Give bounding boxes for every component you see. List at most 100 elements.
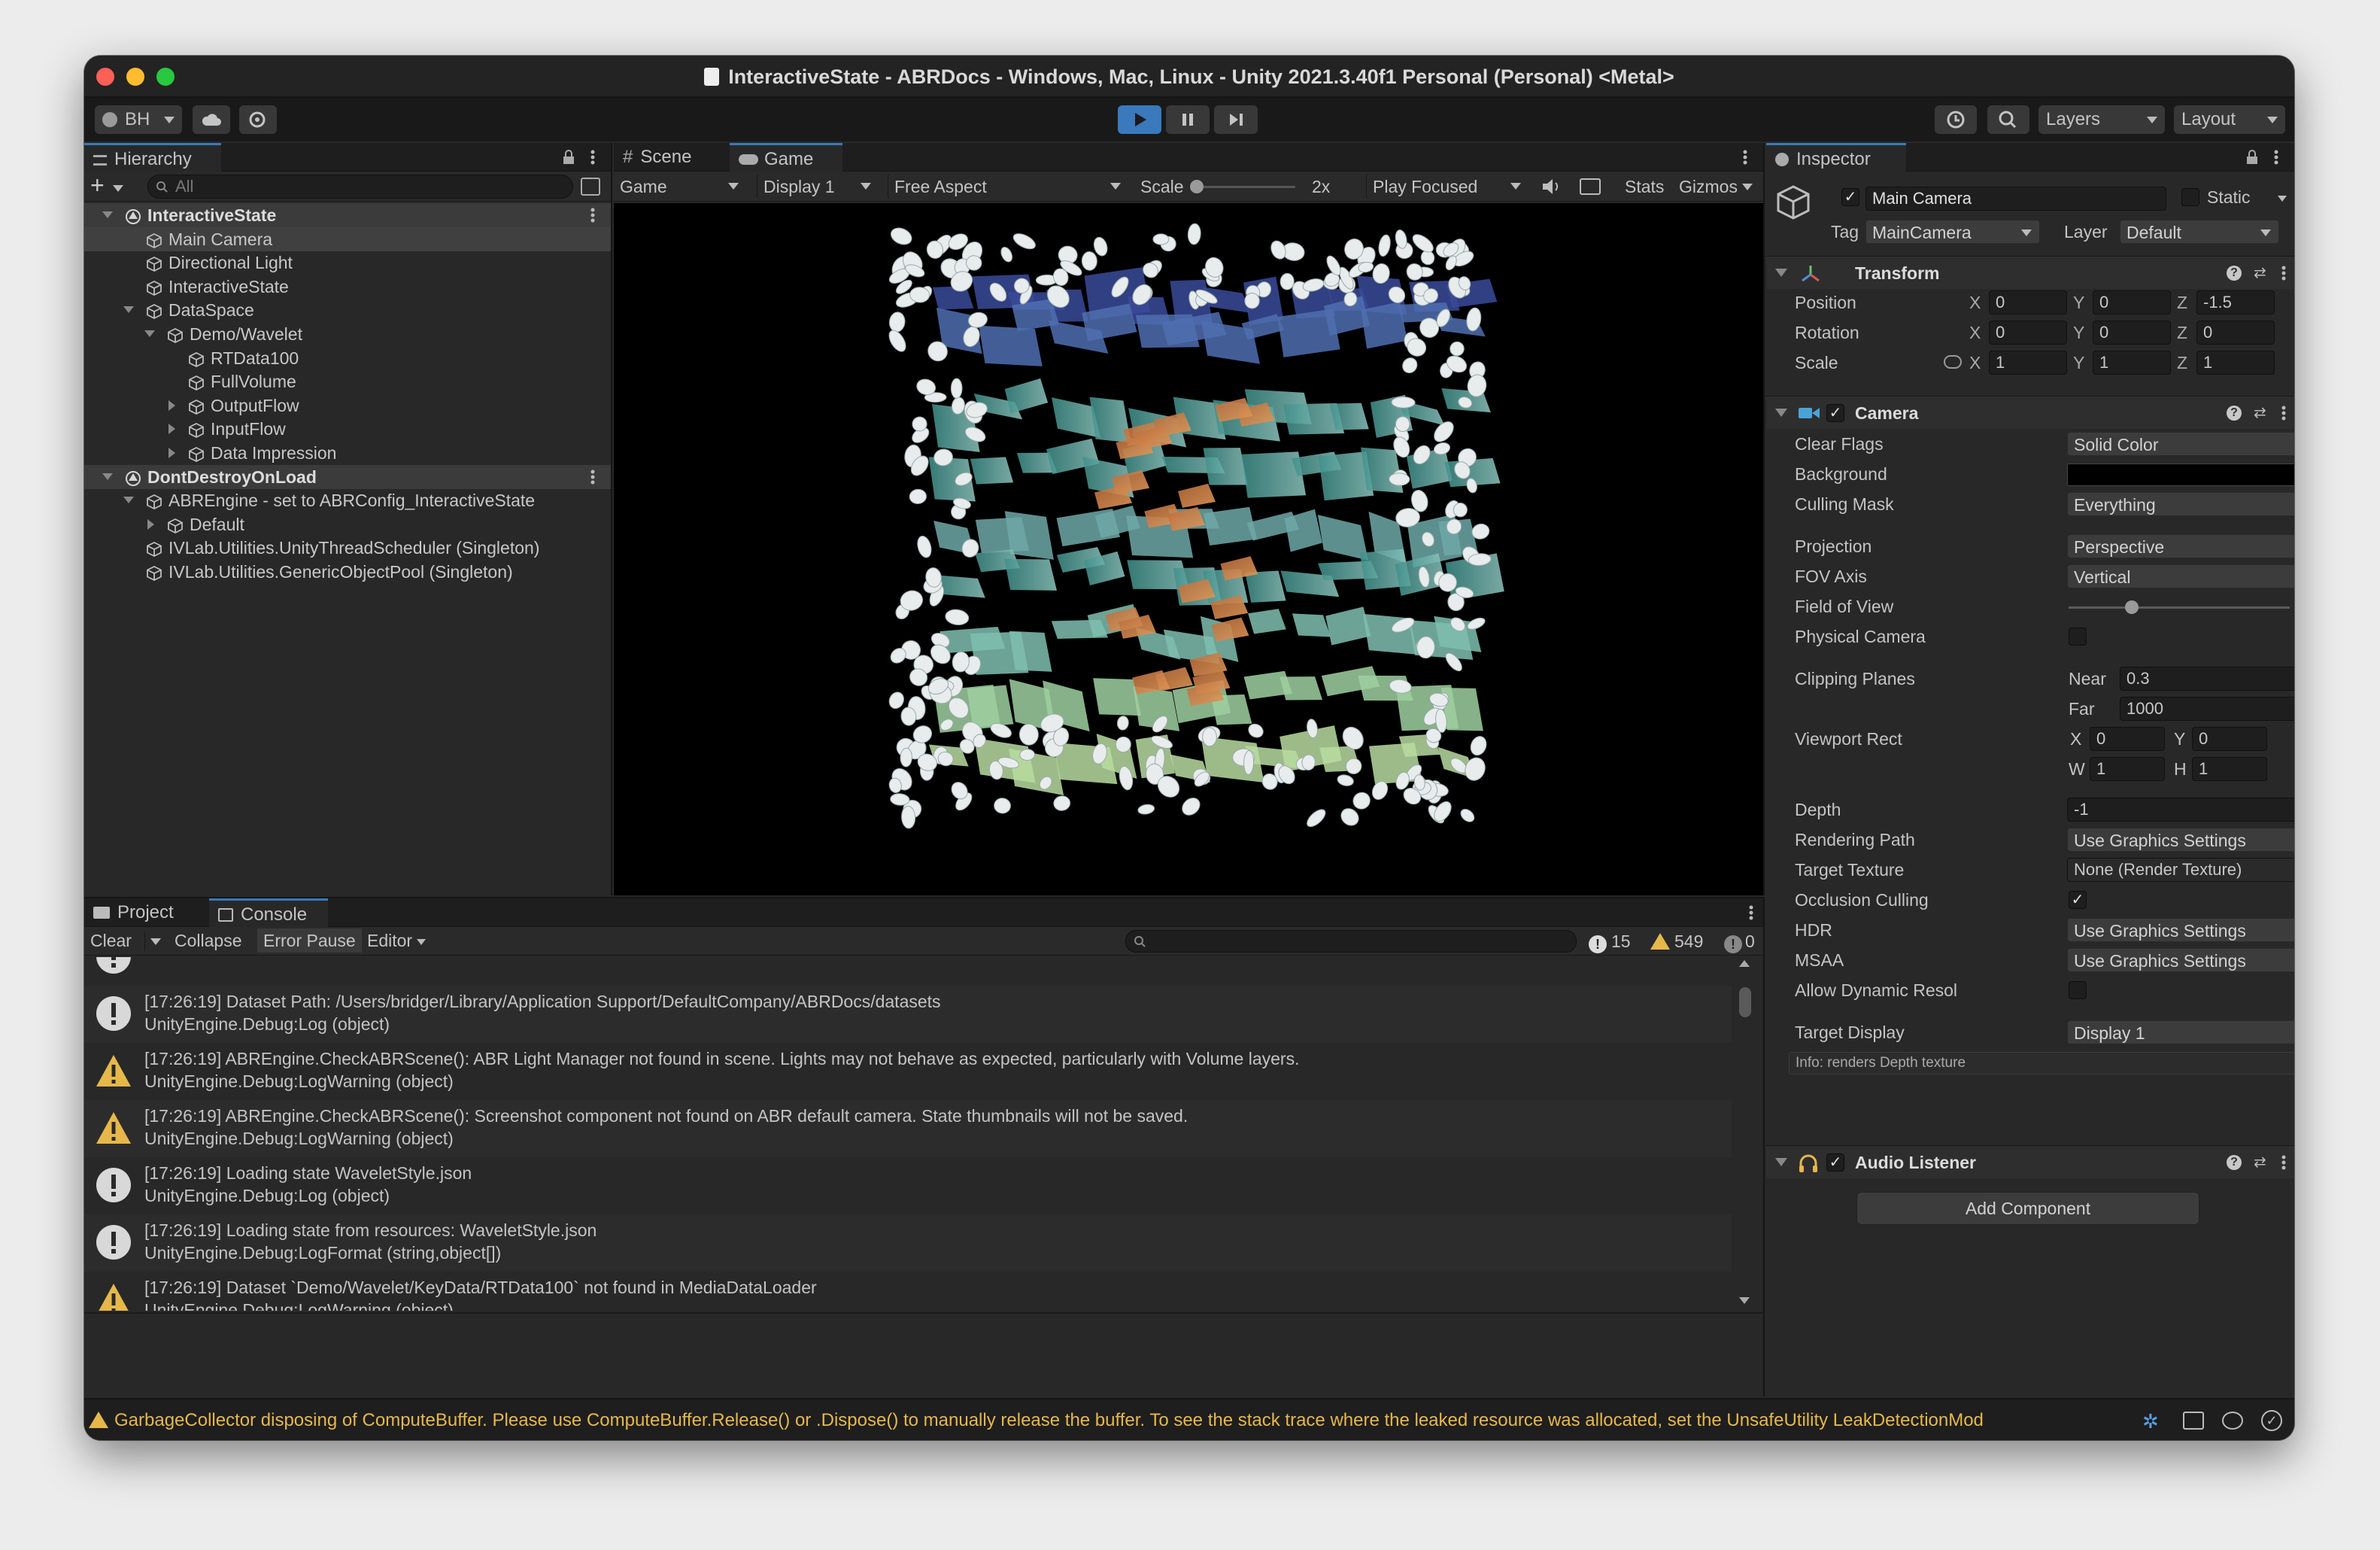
warning-count-toggle[interactable]: 549 (1650, 930, 1726, 953)
log-count-toggle[interactable]: ! 15 (1589, 930, 1644, 953)
collab-button[interactable] (239, 105, 277, 134)
scroll-down-icon[interactable] (1739, 1297, 1750, 1304)
viewport-x-field[interactable]: 0 (2090, 727, 2165, 751)
msaa-dropdown[interactable]: Use Graphics Settings (2067, 948, 2294, 972)
hierarchy-row[interactable]: FullVolume (84, 369, 611, 394)
account-button[interactable]: BH (95, 105, 182, 134)
log-entry[interactable]: [17:26:19] Loading state from resources:… (84, 1214, 1732, 1272)
editor-dropdown[interactable]: Editor (367, 928, 427, 953)
more-options-icon[interactable] (590, 149, 596, 166)
add-component-button[interactable]: Add Component (1856, 1192, 2199, 1225)
preset-icon[interactable]: ⇄ (2254, 406, 2267, 421)
check-circle-icon[interactable]: ✓ (2261, 1410, 2282, 1431)
transform-header[interactable]: Transform ? ⇄ (1766, 256, 2294, 289)
rotation-y-field[interactable]: 0 (2093, 321, 2171, 345)
position-y-field[interactable]: 0 (2093, 290, 2171, 315)
more-options-icon[interactable] (2281, 265, 2287, 281)
expanded-arrow-icon[interactable] (102, 211, 113, 218)
layers-dropdown[interactable]: Layers (2038, 105, 2165, 134)
fov-slider-thumb[interactable] (2124, 600, 2139, 614)
undo-history-button[interactable] (1935, 105, 1977, 134)
far-field[interactable]: 1000 (2120, 697, 2294, 721)
error-pause-button[interactable]: Error Pause (257, 928, 362, 953)
hierarchy-scene-row[interactable]: InteractiveState (84, 203, 611, 227)
depth-field[interactable]: -1 (2067, 798, 2294, 822)
expanded-arrow-icon[interactable] (123, 497, 134, 504)
near-field[interactable]: 0.3 (2120, 667, 2294, 691)
camera-header[interactable]: ✓ Camera ? ⇄ (1766, 396, 2294, 429)
expanded-arrow-icon[interactable] (123, 306, 134, 314)
scene-visibility-icon[interactable] (581, 178, 600, 196)
hierarchy-row[interactable]: Directional Light (84, 251, 611, 275)
game-viewport[interactable] (614, 203, 1763, 895)
culling-mask-dropdown[interactable]: Everything (2067, 492, 2294, 516)
tab-game[interactable]: Game (730, 143, 842, 172)
active-checkbox[interactable]: ✓ (1841, 188, 1859, 206)
expanded-arrow-icon[interactable] (102, 473, 113, 480)
camera-enabled-checkbox[interactable]: ✓ (1826, 404, 1844, 422)
viewport-h-field[interactable]: 1 (2192, 757, 2267, 781)
scale-x-field[interactable]: 1 (1989, 351, 2067, 375)
layout-dropdown[interactable]: Layout (2174, 105, 2285, 134)
static-checkbox[interactable] (2181, 188, 2199, 206)
gizmos-button[interactable]: Gizmos (1679, 175, 1738, 199)
hierarchy-row[interactable]: OutputFlow (84, 394, 611, 418)
display-mode-dropdown[interactable]: Game (614, 174, 746, 199)
clear-flags-dropdown[interactable]: Solid Color (2067, 432, 2294, 456)
rendering-path-dropdown[interactable]: Use Graphics Settings (2067, 828, 2294, 852)
audio-listener-header[interactable]: ✓ Audio Listener ? ⇄ (1766, 1145, 2294, 1178)
rotation-x-field[interactable]: 0 (1989, 321, 2067, 345)
occlusion-culling-checkbox[interactable]: ✓ (2069, 891, 2087, 909)
tag-dropdown[interactable]: MainCamera (1865, 220, 2040, 244)
log-entry[interactable]: UnityEngine.Debug:Log (object) (84, 957, 1732, 986)
target-texture-field[interactable]: None (Render Texture) (2067, 858, 2294, 882)
log-entry[interactable]: [17:26:19] Dataset `Demo/Wavelet/KeyData… (84, 1272, 1732, 1311)
collapsed-arrow-icon[interactable] (168, 424, 175, 435)
more-options-icon[interactable] (590, 207, 596, 223)
tab-project[interactable]: Project (84, 898, 206, 927)
collapse-button[interactable]: Collapse (175, 928, 242, 953)
scale-z-field[interactable]: 1 (2196, 351, 2275, 375)
hierarchy-row[interactable]: Default (84, 512, 611, 536)
speaker-icon[interactable] (1541, 178, 1562, 196)
fov-slider[interactable] (2069, 600, 2290, 614)
collapsed-arrow-icon[interactable] (168, 448, 175, 458)
tab-inspector[interactable]: Inspector (1766, 143, 1906, 172)
background-color-swatch[interactable] (2067, 463, 2294, 486)
help-icon[interactable]: ? (2227, 1155, 2242, 1170)
expanded-arrow-icon[interactable] (144, 330, 155, 337)
hierarchy-row[interactable]: Main Camera (84, 226, 611, 251)
help-icon[interactable]: ? (2227, 266, 2242, 281)
play-mode-dropdown[interactable]: Play Focused (1366, 174, 1528, 199)
tab-scene[interactable]: # Scene (614, 143, 727, 172)
clear-options-dropdown[interactable] (144, 932, 165, 951)
scale-y-field[interactable]: 1 (2093, 351, 2171, 375)
collapsed-arrow-icon[interactable] (168, 400, 175, 411)
scroll-up-icon[interactable] (1739, 960, 1750, 967)
log-entry[interactable]: [17:26:19] Loading state WaveletStyle.js… (84, 1157, 1732, 1214)
audio-listener-checkbox[interactable]: ✓ (1826, 1153, 1844, 1172)
allow-dynamic-resolution-checkbox[interactable] (2069, 981, 2087, 999)
collapsed-arrow-icon[interactable] (147, 518, 154, 530)
position-x-field[interactable]: 0 (1989, 290, 2067, 315)
log-entry[interactable]: [17:26:19] ABREngine.CheckABRScene(): Sc… (84, 1100, 1732, 1157)
log-entry[interactable]: [17:26:19] Dataset Path: /Users/bridger/… (84, 986, 1732, 1043)
object-name-field[interactable]: Main Camera (1865, 187, 2166, 211)
lock-icon[interactable] (563, 149, 575, 164)
lock-icon[interactable] (2246, 149, 2258, 164)
more-options-icon[interactable] (2273, 149, 2279, 166)
display-dropdown[interactable]: Display 1 (757, 174, 879, 199)
hierarchy-row[interactable]: IVLab.Utilities.GenericObjectPool (Singl… (84, 560, 611, 584)
cache-server-icon[interactable] (2183, 1412, 2204, 1430)
target-display-dropdown[interactable]: Display 1 (2067, 1020, 2294, 1044)
more-options-icon[interactable] (1742, 149, 1748, 166)
status-bar[interactable]: GarbageCollector disposing of ComputeBuf… (84, 1398, 2294, 1440)
hierarchy-row[interactable]: IVLab.Utilities.UnityThreadScheduler (Si… (84, 536, 611, 560)
more-options-icon[interactable] (590, 469, 596, 485)
play-button[interactable] (1118, 105, 1161, 134)
hierarchy-row[interactable]: Data Impression (84, 441, 611, 465)
hierarchy-row[interactable]: DataSpace (84, 298, 611, 322)
scrollbar-thumb[interactable] (1739, 987, 1751, 1017)
more-options-icon[interactable] (1748, 904, 1754, 921)
more-options-icon[interactable] (2281, 405, 2287, 421)
